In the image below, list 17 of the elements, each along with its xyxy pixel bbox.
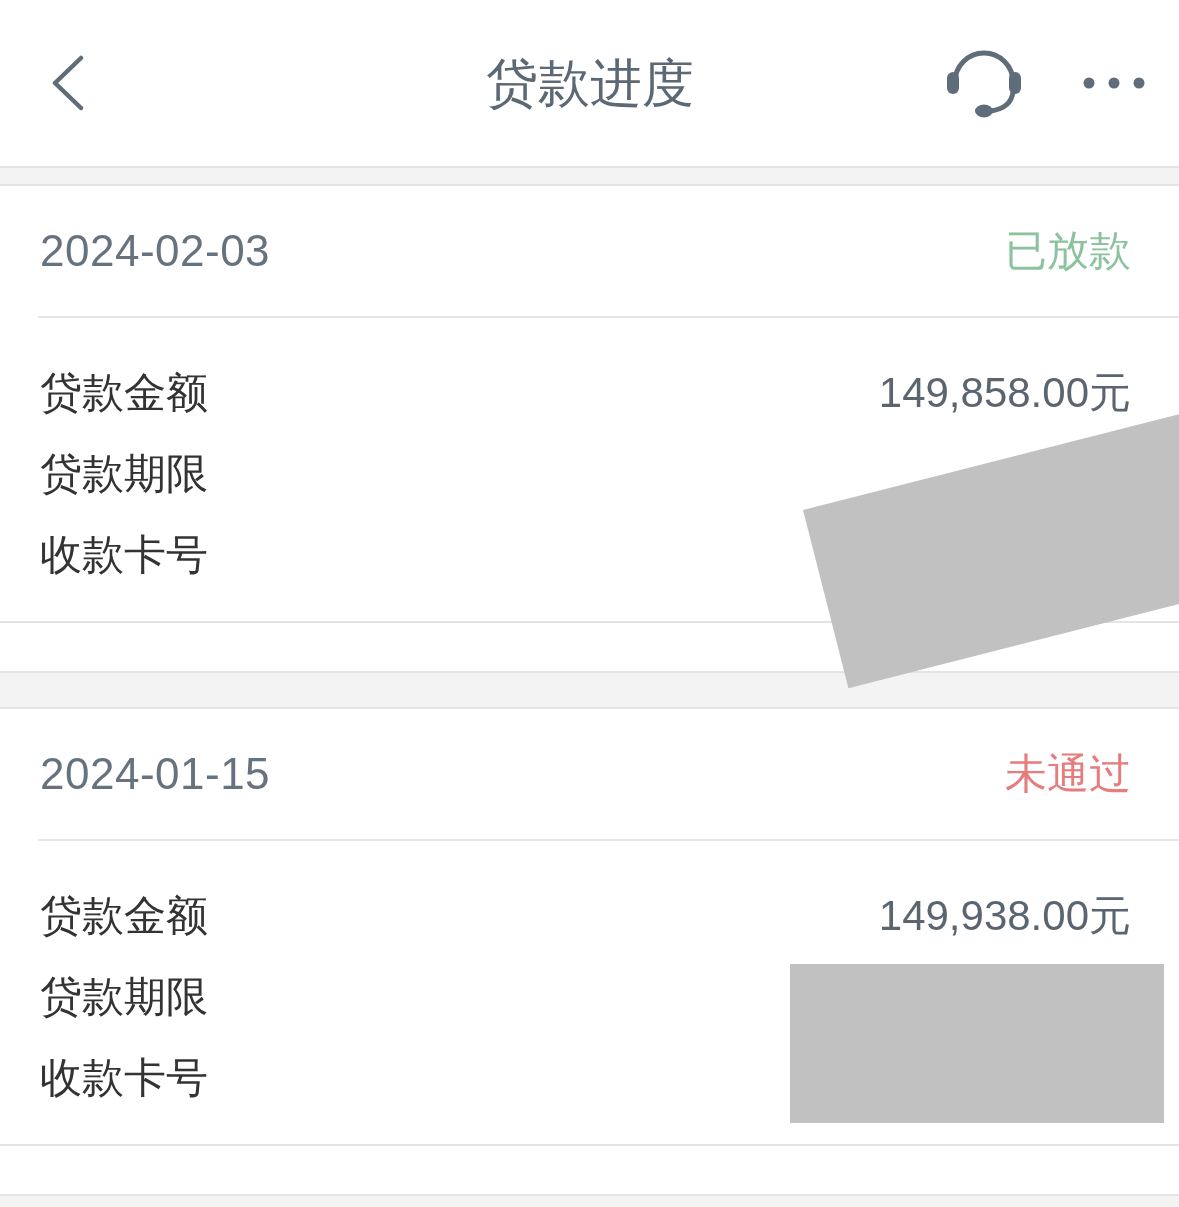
page-title: 贷款进度 bbox=[485, 57, 694, 109]
field-label: 收款卡号 bbox=[40, 1056, 208, 1099]
field-label: 收款卡号 bbox=[40, 533, 208, 576]
field-value: 149,858.00元 bbox=[878, 371, 1131, 414]
field-label: 贷款期限 bbox=[40, 452, 208, 495]
more-icon bbox=[1083, 77, 1145, 89]
application-date: 2024-02-03 bbox=[40, 229, 271, 273]
headset-button[interactable] bbox=[947, 48, 1021, 118]
headset-icon bbox=[947, 48, 1021, 118]
loan-status: 已放款 bbox=[1005, 230, 1131, 272]
field-label: 贷款金额 bbox=[40, 894, 208, 937]
more-button[interactable] bbox=[1083, 77, 1145, 89]
field-value: 149,938.00元 bbox=[878, 894, 1131, 937]
field-label: 贷款期限 bbox=[40, 975, 208, 1018]
application-date: 2024-01-15 bbox=[40, 752, 271, 796]
loan-status: 未通过 bbox=[1005, 753, 1131, 795]
field-label: 贷款金额 bbox=[40, 371, 208, 414]
